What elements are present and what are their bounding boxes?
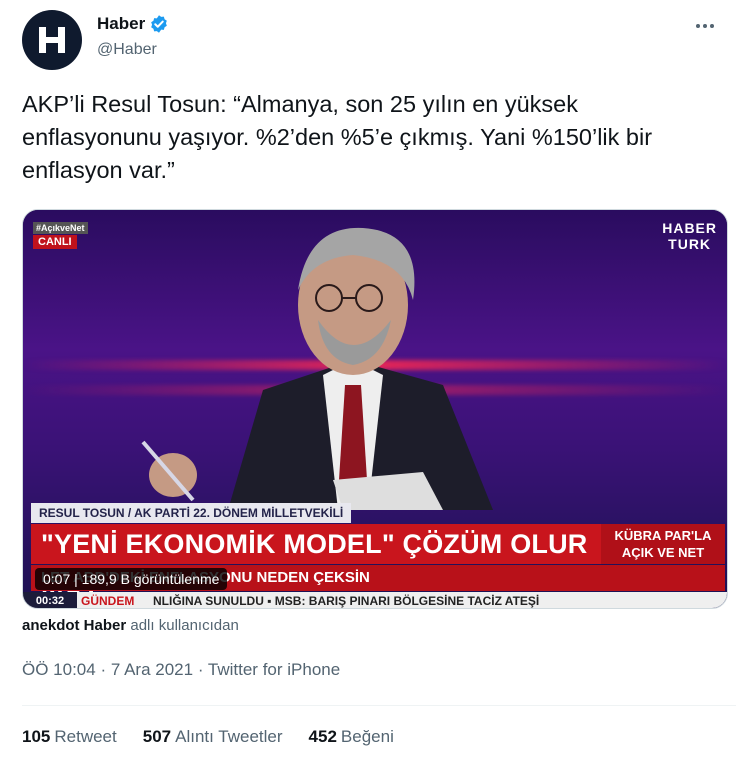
quotes-stat[interactable]: 507 Alıntı Tweetler	[143, 727, 283, 747]
source-account-link[interactable]: anekdot Haber	[22, 617, 126, 634]
author-handle[interactable]: @Haber	[97, 41, 157, 59]
avatar[interactable]	[22, 10, 82, 70]
channel-logo: HABER TURK	[662, 220, 717, 252]
verified-badge-icon	[151, 15, 168, 33]
tweet-date[interactable]: 7 Ara 2021	[111, 660, 193, 679]
news-ticker: 00:32 GÜNDEM NLIĞINA SUNULDU ▪ MSB: BARI…	[23, 592, 727, 608]
tweet-text: AKP’li Resul Tosun: “Almanya, son 25 yıl…	[22, 91, 653, 183]
divider	[22, 705, 736, 706]
source-suffix: adlı kullanıcıdan	[130, 617, 239, 634]
video-frame: HABER TURK #AçıkveNet CANLI RESUL TOSUN …	[23, 210, 727, 608]
video-progress-pill: 0:07 | 189,9 B görüntülenme	[35, 568, 228, 590]
ticker-text: NLIĞINA SUNULDU ▪ MSB: BARIŞ PINARI BÖLG…	[153, 594, 540, 608]
author-name[interactable]: Haber	[97, 14, 145, 34]
video-player[interactable]: HABER TURK #AçıkveNet CANLI RESUL TOSUN …	[22, 209, 728, 609]
source-attribution: anekdot Haber adlı kullanıcıdan	[22, 617, 239, 634]
tweet-client[interactable]: Twitter for iPhone	[208, 660, 340, 679]
ticker-label: GÜNDEM	[81, 594, 135, 608]
live-badge: CANLI	[33, 235, 77, 249]
video-headline: "YENİ EKONOMİK MODEL" ÇÖZÜM OLUR MU?	[31, 524, 601, 599]
retweets-stat[interactable]: 105 Retweet	[22, 727, 117, 747]
hashtag-badge: #AçıkveNet	[33, 222, 88, 234]
likes-stat[interactable]: 452 Beğeni	[309, 727, 394, 747]
elapsed-time: 0:07	[43, 571, 71, 587]
engagement-stats: 105 Retweet 507 Alıntı Tweetler 452 Beğeni	[22, 727, 394, 747]
author-name-row[interactable]: Haber	[97, 14, 169, 34]
speaker-caption: RESUL TOSUN / AK PARTİ 22. DÖNEM MİLLETV…	[31, 503, 352, 523]
haber-logo-icon	[39, 27, 65, 53]
ticker-clock: 00:32	[23, 592, 77, 608]
view-count: 189,9 B görüntülenme	[81, 571, 220, 587]
more-options-icon[interactable]	[688, 16, 722, 36]
tweet-meta: ÖÖ 10:04 · 7 Ara 2021 · Twitter for iPho…	[22, 660, 341, 679]
tweet-time[interactable]: ÖÖ 10:04	[22, 660, 96, 679]
show-name-box: KÜBRA PAR'LA AÇIK VE NET	[601, 524, 725, 564]
